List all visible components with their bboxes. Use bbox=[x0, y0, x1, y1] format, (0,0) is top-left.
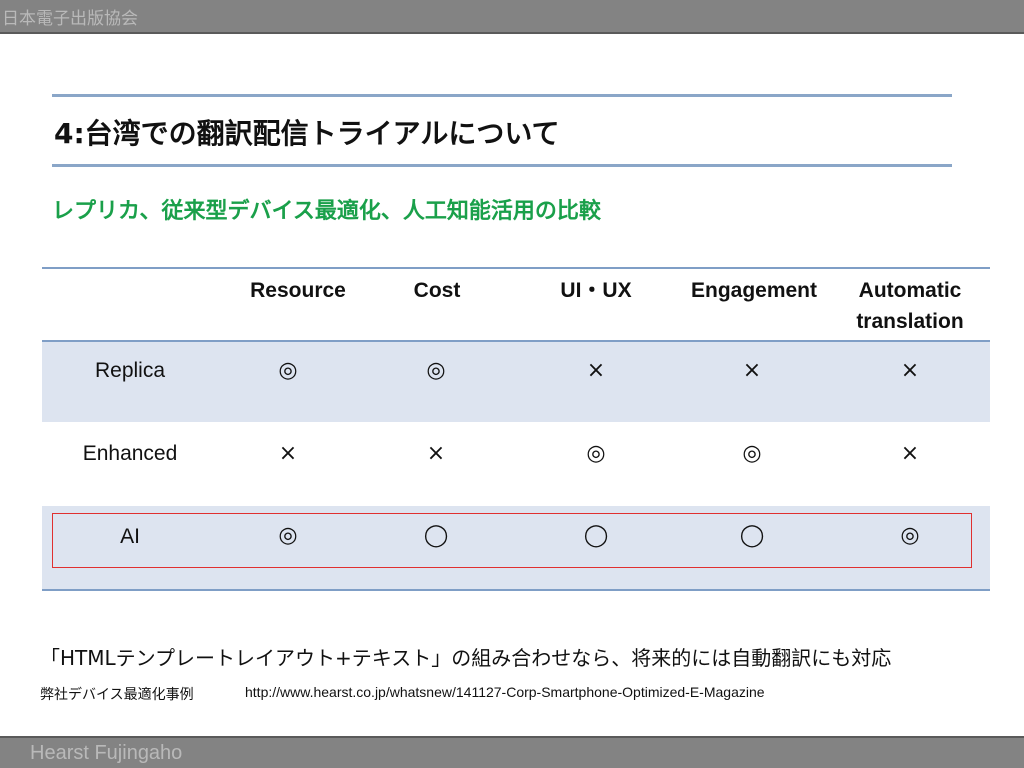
row-label-replica: Replica bbox=[94, 359, 166, 382]
col-header-engagement-text: Engagement bbox=[690, 279, 818, 302]
title-rule-top bbox=[52, 94, 952, 97]
cell-enhanced-translation: × bbox=[900, 441, 920, 466]
col-header-ui-ux: UI・UX bbox=[526, 275, 666, 306]
cell-enhanced-ui-ux: ◎ bbox=[586, 441, 606, 466]
cell-replica-ui-ux: × bbox=[586, 358, 606, 383]
col-header-automatic-text: Automatic bbox=[858, 279, 962, 302]
note-auto-translation: 「HTMLテンプレートレイアウト+テキスト」の組み合わせなら、将来的には自動翻訳… bbox=[40, 646, 892, 670]
row-label-enhanced: Enhanced bbox=[82, 442, 178, 465]
col-header-automatic-translation: Automatic translation bbox=[838, 275, 982, 337]
cell-replica-resource: ◎ bbox=[278, 358, 298, 383]
col-header-resource-text: Resource bbox=[250, 279, 346, 302]
slide-subtitle: レプリカ、従来型デバイス最適化、人工知能活用の比較 bbox=[52, 199, 601, 224]
footer-company-name: Hearst Fujingaho bbox=[30, 742, 183, 764]
title-rule-bottom bbox=[52, 164, 952, 167]
cell-replica-translation: × bbox=[900, 358, 920, 383]
ai-row-highlight-box bbox=[52, 513, 972, 568]
col-header-cost: Cost bbox=[368, 275, 506, 306]
cell-enhanced-cost: × bbox=[426, 441, 446, 466]
cell-enhanced-resource: × bbox=[278, 441, 298, 466]
cell-replica-engagement: × bbox=[742, 358, 762, 383]
header-bar bbox=[0, 0, 1024, 32]
slide-title: 4:台湾での翻訳配信トライアルについて bbox=[54, 117, 560, 150]
col-header-ui-ux-text: UI・UX bbox=[560, 279, 632, 302]
example-url-link[interactable]: http://www.hearst.co.jp/whatsnew/141127-… bbox=[245, 684, 765, 700]
table-bottom-border bbox=[42, 589, 990, 591]
header-org-name: 日本電子出版協会 bbox=[2, 9, 138, 29]
cell-replica-cost: ◎ bbox=[426, 358, 446, 383]
col-header-translation-text: translation bbox=[856, 310, 964, 333]
header-divider bbox=[0, 32, 1024, 34]
cell-enhanced-engagement: ◎ bbox=[742, 441, 762, 466]
col-header-cost-text: Cost bbox=[413, 279, 461, 302]
example-label: 弊社デバイス最適化事例 bbox=[40, 687, 194, 703]
col-header-resource: Resource bbox=[228, 275, 368, 306]
col-header-engagement: Engagement bbox=[680, 275, 828, 306]
